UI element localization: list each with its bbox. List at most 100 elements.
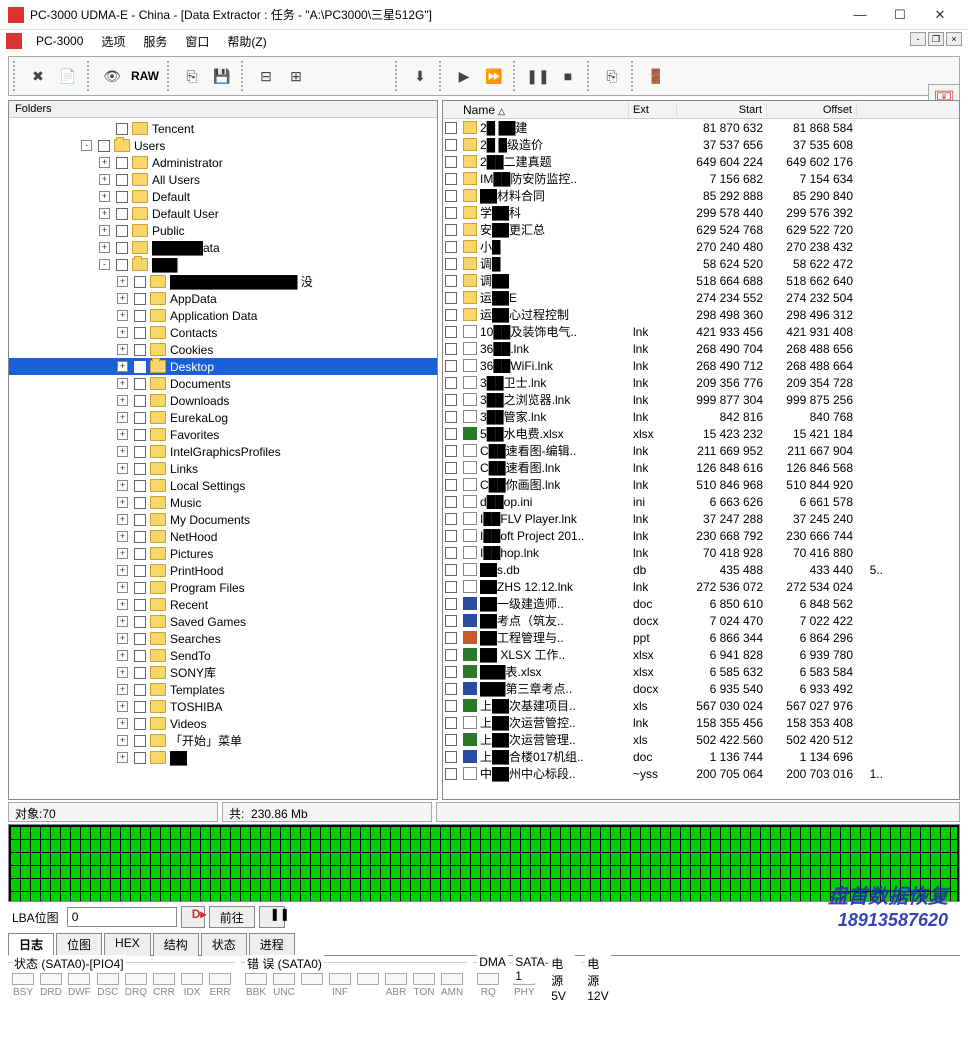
tree-checkbox[interactable] xyxy=(116,259,128,271)
import-icon[interactable]: ⬇ xyxy=(405,61,435,91)
expander-icon[interactable]: + xyxy=(117,718,128,729)
expander-icon[interactable]: + xyxy=(99,191,110,202)
raw-button[interactable]: RAW xyxy=(127,61,163,91)
tree-checkbox[interactable] xyxy=(116,208,128,220)
file-row[interactable]: ███第三章考点..docx6 935 5406 933 492 xyxy=(443,680,959,697)
tree-item[interactable]: +Local Settings xyxy=(9,477,437,494)
stop-icon[interactable]: ■ xyxy=(553,61,583,91)
tree-checkbox[interactable] xyxy=(134,650,146,662)
file-row[interactable]: 3██卫士.lnklnk209 356 776209 354 728 xyxy=(443,374,959,391)
tree-checkbox[interactable] xyxy=(134,616,146,628)
tree-checkbox[interactable] xyxy=(134,701,146,713)
tree-item[interactable]: -███ xyxy=(9,256,437,273)
copy-icon[interactable]: ⎘ xyxy=(597,61,627,91)
file-checkbox[interactable] xyxy=(445,734,457,746)
tree-item[interactable]: +TOSHIBA xyxy=(9,698,437,715)
tree-item[interactable]: +Music xyxy=(9,494,437,511)
expander-icon[interactable]: + xyxy=(99,157,110,168)
tree-checkbox[interactable] xyxy=(134,599,146,611)
file-row[interactable]: 36██.lnklnk268 490 704268 488 656 xyxy=(443,340,959,357)
tree-checkbox[interactable] xyxy=(134,344,146,356)
tree-checkbox[interactable] xyxy=(134,429,146,441)
file-checkbox[interactable] xyxy=(445,190,457,202)
tree-checkbox[interactable] xyxy=(134,684,146,696)
file-checkbox[interactable] xyxy=(445,326,457,338)
file-row[interactable]: C██速看图.lnklnk126 848 616126 846 568 xyxy=(443,459,959,476)
file-checkbox[interactable] xyxy=(445,462,457,474)
lba-flag-icon[interactable]: D▸ xyxy=(181,906,205,928)
tree-checkbox[interactable] xyxy=(134,327,146,339)
file-checkbox[interactable] xyxy=(445,207,457,219)
disk-icon[interactable]: 💾 xyxy=(207,61,237,91)
file-row[interactable]: ██一级建造师..doc6 850 6106 848 562 xyxy=(443,595,959,612)
expander-icon[interactable]: + xyxy=(117,735,128,746)
menu-help[interactable]: 帮助(Z) xyxy=(219,31,274,52)
file-checkbox[interactable] xyxy=(445,649,457,661)
tree-item[interactable]: +All Users xyxy=(9,171,437,188)
tree-item[interactable]: +Cookies xyxy=(9,341,437,358)
tree-item[interactable]: +Downloads xyxy=(9,392,437,409)
tree-checkbox[interactable] xyxy=(134,718,146,730)
file-checkbox[interactable] xyxy=(445,122,457,134)
tree-checkbox[interactable] xyxy=(134,310,146,322)
file-checkbox[interactable] xyxy=(445,394,457,406)
expander-icon[interactable]: + xyxy=(117,395,128,406)
tree-item[interactable]: +███████████████ 没 xyxy=(9,273,437,290)
tree-checkbox[interactable] xyxy=(134,752,146,764)
fast-forward-icon[interactable]: ⏩ xyxy=(479,61,509,91)
file-row[interactable]: 小█270 240 480270 238 432 xyxy=(443,238,959,255)
minimize-button[interactable]: — xyxy=(840,1,880,29)
file-row[interactable]: ██ZHS 12.12.lnklnk272 536 072272 534 024 xyxy=(443,578,959,595)
close-button[interactable]: ✕ xyxy=(920,1,960,29)
tree-item[interactable]: +Documents xyxy=(9,375,437,392)
file-row[interactable]: ██材料合同85 292 88885 290 840 xyxy=(443,187,959,204)
file-row[interactable]: C██速看图-编辑..lnk211 669 952211 667 904 xyxy=(443,442,959,459)
tree-item[interactable]: +Default xyxy=(9,188,437,205)
tree-checkbox[interactable] xyxy=(116,174,128,186)
expander-icon[interactable]: + xyxy=(117,548,128,559)
tree-item[interactable]: +Public xyxy=(9,222,437,239)
file-checkbox[interactable] xyxy=(445,581,457,593)
file-row[interactable]: 上██次运营管控..lnk158 355 456158 353 408 xyxy=(443,714,959,731)
file-row[interactable]: ███表.xlsxxlsx6 585 6326 583 584 xyxy=(443,663,959,680)
tree-item[interactable]: +「开始」菜单 xyxy=(9,732,437,749)
tree-item[interactable]: +SONY库 xyxy=(9,664,437,681)
file-checkbox[interactable] xyxy=(445,615,457,627)
file-row[interactable]: C██你画图.lnklnk510 846 968510 844 920 xyxy=(443,476,959,493)
file-row[interactable]: 上██次运营管理..xls502 422 560502 420 512 xyxy=(443,731,959,748)
tree-checkbox[interactable] xyxy=(134,514,146,526)
file-checkbox[interactable] xyxy=(445,598,457,610)
file-row[interactable]: 运██E274 234 552274 232 504 xyxy=(443,289,959,306)
file-checkbox[interactable] xyxy=(445,751,457,763)
file-row[interactable]: 5██水电费.xlsxxlsx15 423 23215 421 184 xyxy=(443,425,959,442)
tree-checkbox[interactable] xyxy=(134,446,146,458)
tree-checkbox[interactable] xyxy=(134,480,146,492)
tree-item[interactable]: +Saved Games xyxy=(9,613,437,630)
menu-window[interactable]: 窗口 xyxy=(177,31,217,52)
expander-icon[interactable]: - xyxy=(81,140,92,151)
file-row[interactable]: IM██防安防监控..7 156 6827 154 634 xyxy=(443,170,959,187)
file-row[interactable]: 36██WiFi.lnklnk268 490 712268 488 664 xyxy=(443,357,959,374)
expander-icon[interactable]: + xyxy=(117,497,128,508)
file-row[interactable]: I██hop.lnklnk70 418 92870 416 880 xyxy=(443,544,959,561)
expander-icon[interactable]: + xyxy=(117,344,128,355)
tools-icon[interactable]: ✖ xyxy=(23,61,53,91)
tree-item[interactable]: +Searches xyxy=(9,630,437,647)
lba-input[interactable] xyxy=(67,907,177,927)
expander-icon[interactable]: + xyxy=(117,310,128,321)
tree-item[interactable]: +IntelGraphicsProfiles xyxy=(9,443,437,460)
file-row[interactable]: 10██及装饰电气..lnk421 933 456421 931 408 xyxy=(443,323,959,340)
file-checkbox[interactable] xyxy=(445,632,457,644)
expander-icon[interactable]: + xyxy=(117,276,128,287)
expander-icon[interactable]: + xyxy=(117,361,128,372)
document-icon[interactable]: 📄 xyxy=(53,61,83,91)
tree-item[interactable]: +Pictures xyxy=(9,545,437,562)
expander-icon[interactable]: - xyxy=(99,259,110,270)
file-checkbox[interactable] xyxy=(445,377,457,389)
tree-item[interactable]: +PrintHood xyxy=(9,562,437,579)
file-row[interactable]: 3██管家.lnklnk842 816840 768 xyxy=(443,408,959,425)
file-checkbox[interactable] xyxy=(445,666,457,678)
file-row[interactable]: 调█58 624 52058 622 472 xyxy=(443,255,959,272)
tree-checkbox[interactable] xyxy=(134,531,146,543)
expander-icon[interactable]: + xyxy=(117,531,128,542)
